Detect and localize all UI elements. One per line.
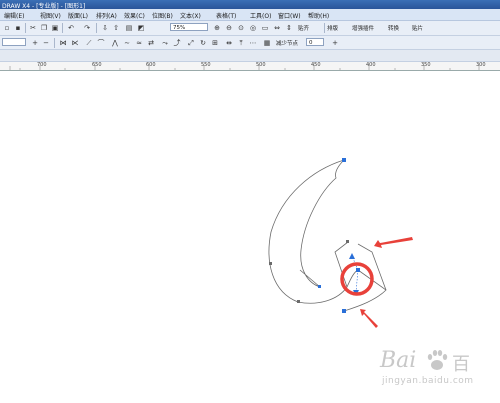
node-point — [269, 262, 272, 265]
control-handles[interactable] — [351, 255, 359, 293]
annotation-marks — [340, 237, 413, 328]
selected-node — [356, 268, 360, 272]
node-point — [297, 300, 300, 303]
handle-arrow-up — [349, 253, 355, 259]
node-point — [342, 158, 346, 162]
watermark-brand-left: Bai — [380, 348, 417, 373]
watermark: Bai 百 jingyan.baidu.com — [380, 346, 490, 392]
red-arrow-bottom — [360, 309, 378, 328]
red-arrow-top — [374, 237, 413, 248]
watermark-url: jingyan.baidu.com — [382, 376, 474, 386]
paw-icon — [427, 350, 448, 370]
node-point — [318, 285, 321, 288]
watermark-brand-right: 百 — [452, 354, 470, 375]
node-point — [346, 240, 349, 243]
ruler-ticks — [9, 65, 480, 70]
drawing-canvas[interactable] — [0, 0, 500, 403]
node-point — [342, 309, 346, 313]
